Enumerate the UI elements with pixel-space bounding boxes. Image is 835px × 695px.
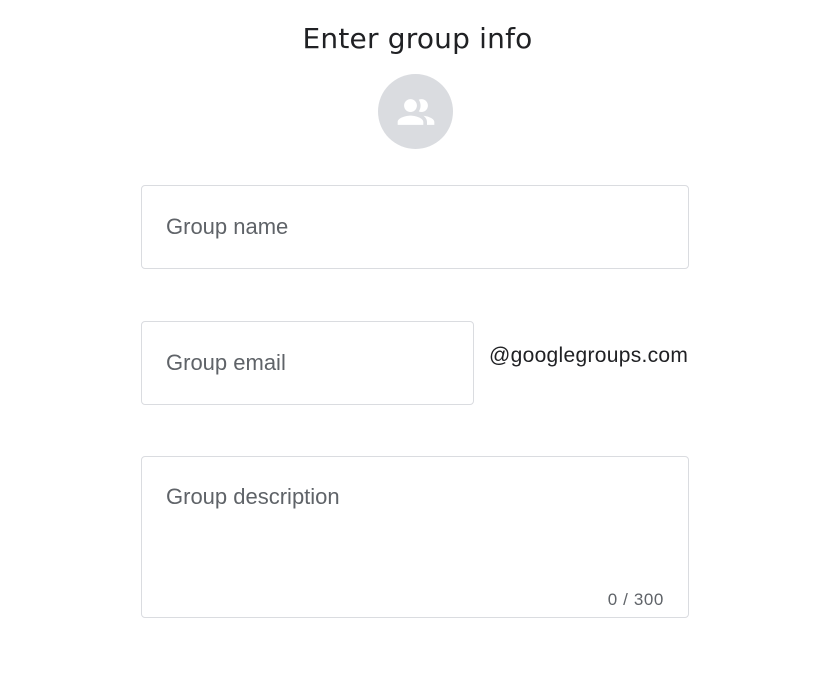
group-description-input[interactable] <box>142 457 688 575</box>
email-domain-suffix: @googlegroups.com <box>489 344 689 367</box>
group-name-input[interactable] <box>142 186 688 268</box>
page-title: Enter group info <box>302 22 533 55</box>
group-email-input[interactable] <box>142 322 473 404</box>
group-name-field[interactable] <box>141 185 689 269</box>
group-email-field[interactable] <box>141 321 474 405</box>
group-description-field[interactable]: 0 / 300 <box>141 456 689 618</box>
group-avatar-button[interactable] <box>378 74 453 149</box>
character-counter: 0 / 300 <box>607 590 664 609</box>
group-icon <box>394 90 438 134</box>
